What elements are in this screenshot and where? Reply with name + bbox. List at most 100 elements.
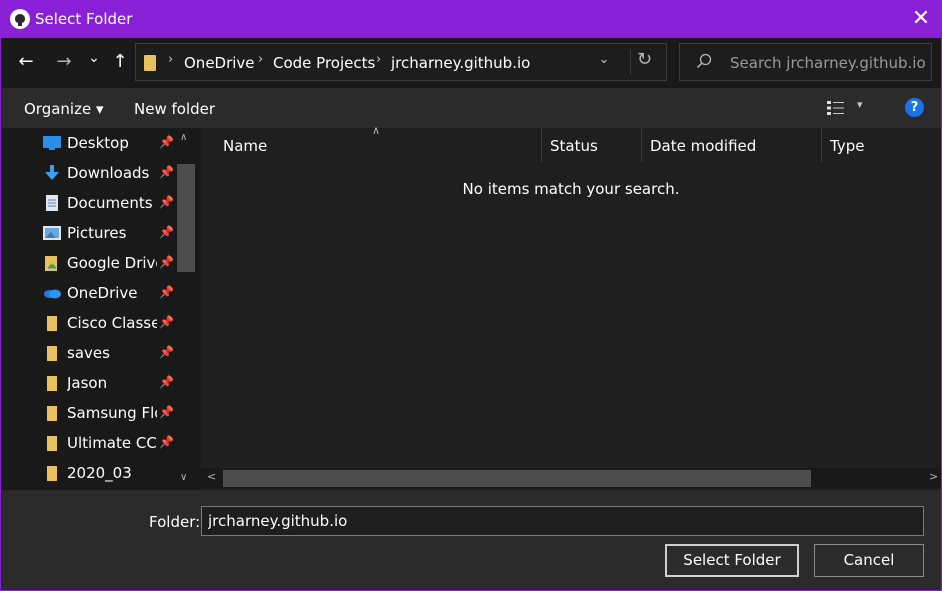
column-header-name[interactable]: Name ∧ xyxy=(201,124,542,162)
scroll-right-icon[interactable]: > xyxy=(929,470,938,483)
sidebar-item-2020-03[interactable]: 2020_03 xyxy=(1,458,177,488)
search-box[interactable]: Search jrcharney.github.io xyxy=(679,43,932,81)
close-icon[interactable]: ✕ xyxy=(906,4,936,34)
column-header-label: Name xyxy=(223,137,268,155)
pin-icon: 📌 xyxy=(159,435,174,449)
folder-icon xyxy=(144,55,156,71)
pin-icon: 📌 xyxy=(159,405,174,419)
sidebar-item-label: Samsung Flow xyxy=(67,404,157,422)
folder-icon xyxy=(47,466,57,481)
sidebar-item-label: Google Drive xyxy=(67,254,157,272)
onedrive-icon xyxy=(44,289,61,299)
pin-icon: 📌 xyxy=(159,195,174,209)
pin-icon: 📌 xyxy=(159,285,174,299)
breadcrumb-code-projects[interactable]: Code Projects xyxy=(273,54,375,72)
column-header-status[interactable]: Status xyxy=(542,128,642,162)
pin-icon: 📌 xyxy=(159,225,174,239)
sidebar-item-label: Cisco Classes xyxy=(67,314,157,332)
address-bar[interactable]: › OneDrive › Code Projects › jrcharney.g… xyxy=(135,43,667,81)
folder-icon xyxy=(47,406,57,421)
sidebar-item-downloads[interactable]: Downloads 📌 xyxy=(1,158,177,188)
sidebar-item-label: Downloads xyxy=(67,164,150,182)
sidebar-item-label: OneDrive xyxy=(67,284,138,302)
empty-folder-message: No items match your search. xyxy=(462,180,680,198)
folder-icon xyxy=(47,436,57,451)
help-icon[interactable]: ? xyxy=(905,98,924,117)
sidebar-item-onedrive[interactable]: OneDrive 📌 xyxy=(1,278,177,308)
sidebar-item-pictures[interactable]: Pictures 📌 xyxy=(1,218,177,248)
folder-icon xyxy=(47,376,57,391)
cancel-button[interactable]: Cancel xyxy=(814,544,924,577)
forward-arrow-icon[interactable]: → xyxy=(52,50,76,74)
navigation-bar: ← → ⌄ ↑ › OneDrive › Code Projects › jrc… xyxy=(1,38,941,88)
documents-icon xyxy=(46,195,58,211)
view-details-icon[interactable] xyxy=(825,99,845,117)
refresh-icon[interactable]: ↻ xyxy=(630,49,658,75)
sidebar-item-label: Desktop xyxy=(67,134,129,152)
google-drive-icon xyxy=(45,256,57,271)
column-header-label: Status xyxy=(550,137,598,155)
sidebar-item-label: Pictures xyxy=(67,224,127,242)
breadcrumb-separator[interactable]: › xyxy=(376,52,381,67)
sidebar-item-label: Ultimate CCNA xyxy=(67,434,157,452)
breadcrumb-separator[interactable]: › xyxy=(258,52,263,67)
folder-icon xyxy=(47,316,57,331)
breadcrumb-current-folder[interactable]: jrcharney.github.io xyxy=(391,54,530,72)
scroll-up-icon[interactable]: ∧ xyxy=(180,132,187,143)
sort-ascending-icon: ∧ xyxy=(372,124,381,137)
pin-icon: 📌 xyxy=(159,135,174,149)
select-folder-dialog: ← → ⌄ ↑ › OneDrive › Code Projects › jrc… xyxy=(0,38,942,591)
sidebar-item-jason[interactable]: Jason 📌 xyxy=(1,368,177,398)
new-folder-button[interactable]: New folder xyxy=(134,100,215,118)
sidebar-item-label: Documents xyxy=(67,194,153,212)
recent-locations-chevron-icon[interactable]: ⌄ xyxy=(82,46,106,70)
column-header-label: Date modified xyxy=(650,137,757,155)
desktop-icon xyxy=(43,136,61,150)
horizontal-scroll-thumb[interactable] xyxy=(223,470,811,487)
breadcrumb-separator: › xyxy=(168,52,174,67)
dialog-footer: Folder: Select Folder Cancel xyxy=(1,490,941,590)
sidebar-scroll-thumb[interactable] xyxy=(177,164,195,272)
scroll-left-icon[interactable]: < xyxy=(207,470,216,483)
pin-icon: 📌 xyxy=(159,315,174,329)
view-dropdown-icon[interactable]: ▾ xyxy=(857,98,863,111)
sidebar-item-label: 2020_03 xyxy=(67,464,132,482)
organize-button[interactable]: Organize ▾ xyxy=(24,100,104,118)
pin-icon: 📌 xyxy=(159,255,174,269)
sidebar-item-samsung-flow[interactable]: Samsung Flow 📌 xyxy=(1,398,177,428)
pin-icon: 📌 xyxy=(159,345,174,359)
downloads-icon xyxy=(45,165,59,180)
sidebar-item-google-drive[interactable]: Google Drive 📌 xyxy=(1,248,177,278)
folder-name-input[interactable] xyxy=(201,506,924,536)
up-arrow-icon[interactable]: ↑ xyxy=(108,50,132,74)
file-list: Name ∧ Status Date modified Type No item… xyxy=(201,124,941,490)
sidebar-item-label: saves xyxy=(67,344,110,362)
horizontal-scrollbar[interactable]: < > xyxy=(201,468,941,488)
pictures-icon xyxy=(43,226,61,240)
github-icon xyxy=(10,9,30,29)
window-title: Select Folder xyxy=(35,10,133,28)
sidebar-item-documents[interactable]: Documents 📌 xyxy=(1,188,177,218)
column-header-type[interactable]: Type xyxy=(822,128,941,162)
sidebar-item-saves[interactable]: saves 📌 xyxy=(1,338,177,368)
navigation-pane: Desktop 📌 Downloads 📌 Documents 📌 Pictur… xyxy=(1,128,199,490)
folder-label: Folder: xyxy=(149,513,201,531)
sidebar-item-label: Jason xyxy=(67,374,108,392)
sidebar-item-ultimate-ccna[interactable]: Ultimate CCNA 📌 xyxy=(1,428,177,458)
sidebar-item-cisco-classes[interactable]: Cisco Classes 📌 xyxy=(1,308,177,338)
title-bar: Select Folder ✕ xyxy=(0,0,942,38)
pin-icon: 📌 xyxy=(159,375,174,389)
breadcrumb-onedrive[interactable]: OneDrive xyxy=(184,54,255,72)
command-toolbar: Organize ▾ New folder ▾ ? xyxy=(1,88,941,128)
sidebar-item-desktop[interactable]: Desktop 📌 xyxy=(1,128,177,158)
scroll-down-icon[interactable]: ∨ xyxy=(180,472,187,483)
select-folder-button[interactable]: Select Folder xyxy=(665,544,799,577)
search-input[interactable]: Search jrcharney.github.io xyxy=(730,54,926,72)
address-dropdown-icon[interactable]: ⌄ xyxy=(594,52,614,72)
back-arrow-icon[interactable]: ← xyxy=(14,50,38,74)
folder-icon xyxy=(47,346,57,361)
sidebar-scrollbar[interactable]: ∧ ∨ xyxy=(177,128,195,490)
pin-icon: 📌 xyxy=(159,165,174,179)
search-icon xyxy=(696,53,712,69)
column-header-date-modified[interactable]: Date modified xyxy=(642,128,822,162)
